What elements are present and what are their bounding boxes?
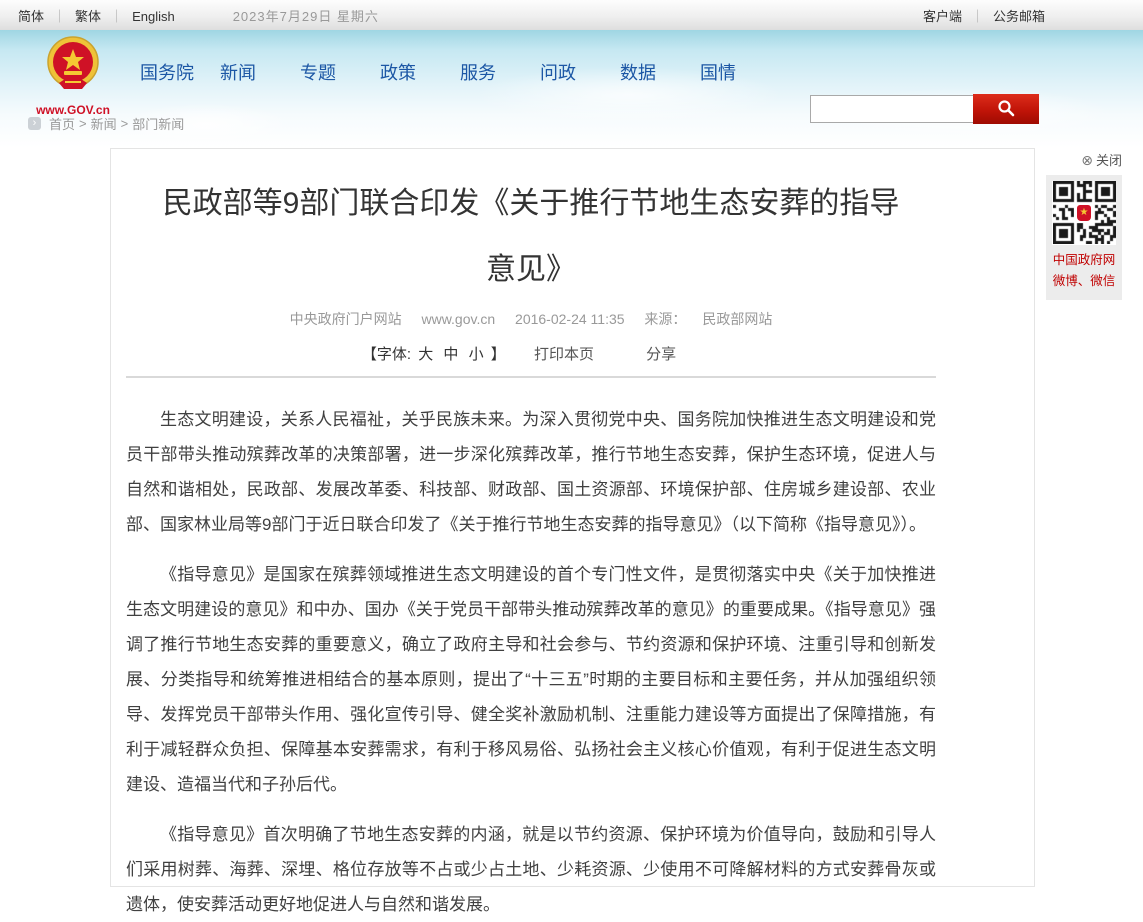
breadcrumb-current: 部门新闻 bbox=[132, 114, 184, 133]
meta-datetime: 2016-02-24 11:35 bbox=[515, 311, 625, 327]
search-bar bbox=[810, 94, 1039, 124]
search-input[interactable] bbox=[810, 95, 973, 123]
article-paragraph: 《指导意见》是国家在殡葬领域推进生态文明建设的首个专门性文件，是贯彻落实中央《关… bbox=[126, 557, 936, 802]
article-title: 民政部等9部门联合印发《关于推行节地生态安葬的指导意见》 bbox=[151, 171, 911, 303]
share-button[interactable]: 分享 bbox=[646, 346, 676, 363]
close-icon: ⊗ bbox=[1081, 152, 1093, 168]
article-paragraph: 《指导意见》首次明确了节地生态安葬的内涵，就是以节约资源、保护环境为价值导向，鼓… bbox=[126, 817, 936, 922]
nav-topics[interactable]: 专题 bbox=[300, 63, 336, 83]
close-panel-button[interactable]: ⊗关闭 bbox=[1046, 150, 1122, 169]
divider: ｜ bbox=[110, 9, 123, 24]
nav-state-council[interactable]: 国务院 bbox=[140, 63, 194, 83]
qr-code: ★ bbox=[1052, 181, 1116, 245]
client-app-link[interactable]: 客户端 bbox=[923, 6, 962, 25]
breadcrumb-separator: > bbox=[79, 116, 87, 131]
toolbar-divider bbox=[126, 376, 936, 378]
divider: ｜ bbox=[971, 6, 984, 25]
article-body: 生态文明建设，关系人民福祉，关乎民族未来。为深入贯彻党中央、国务院加快推进生态文… bbox=[126, 402, 936, 922]
article-meta: 中央政府门户网站 www.gov.cn 2016-02-24 11:35 来源：… bbox=[126, 309, 936, 329]
print-page-button[interactable]: 打印本页 bbox=[534, 346, 594, 363]
nav-services[interactable]: 服务 bbox=[460, 63, 496, 83]
nav-about-china[interactable]: 国情 bbox=[700, 63, 736, 83]
close-label: 关闭 bbox=[1096, 153, 1122, 168]
article-container: 民政部等9部门联合印发《关于推行节地生态安葬的指导意见》 中央政府门户网站 ww… bbox=[110, 148, 1035, 887]
meta-site: 中央政府门户网站 bbox=[290, 311, 402, 327]
font-size-medium-button[interactable]: 中 bbox=[443, 346, 458, 363]
font-size-label-close: 】 bbox=[491, 346, 506, 363]
meta-source-label: 来源： bbox=[644, 311, 686, 327]
current-date: 2023年7月29日 星期六 bbox=[233, 6, 379, 25]
qr-caption-line1: 中国政府网 bbox=[1046, 250, 1122, 271]
article-paragraph: 生态文明建设，关系人民福祉，关乎民族未来。为深入贯彻党中央、国务院加快推进生态文… bbox=[126, 402, 936, 542]
qr-center-emblem-icon: ★ bbox=[1074, 203, 1094, 223]
meta-source: 民政部网站 bbox=[702, 311, 772, 327]
breadcrumb-home[interactable]: 首页 bbox=[49, 114, 75, 133]
qr-box: ★ 中国政府网 微博、微信 bbox=[1046, 175, 1122, 300]
nav-data[interactable]: 数据 bbox=[620, 63, 656, 83]
nav-news[interactable]: 新闻 bbox=[220, 63, 256, 83]
nav-interaction[interactable]: 问政 bbox=[540, 63, 576, 83]
search-button[interactable] bbox=[973, 94, 1039, 124]
national-emblem-icon bbox=[42, 84, 104, 101]
qr-side-panel: ⊗关闭 ★ 中国政府网 微博、微信 bbox=[1046, 150, 1122, 300]
breadcrumb-news[interactable]: 新闻 bbox=[91, 114, 117, 133]
font-size-small-button[interactable]: 小 bbox=[469, 346, 484, 363]
lang-simplified-link[interactable]: 简体 bbox=[18, 9, 44, 24]
font-size-label: 【字体: bbox=[362, 346, 411, 363]
nav-policies[interactable]: 政策 bbox=[380, 63, 416, 83]
breadcrumb: › 首页 > 新闻 > 部门新闻 bbox=[28, 114, 184, 133]
official-mail-link[interactable]: 公务邮箱 bbox=[993, 6, 1045, 25]
divider: ｜ bbox=[53, 9, 66, 24]
meta-url: www.gov.cn bbox=[421, 311, 495, 327]
gov-logo[interactable]: www.GOV.cn bbox=[30, 35, 116, 117]
search-icon bbox=[997, 99, 1015, 120]
font-size-large-button[interactable]: 大 bbox=[418, 346, 433, 363]
article-toolbar: 【字体: 大 中 小 】 打印本页 分享 bbox=[126, 343, 936, 364]
main-nav: 国务院 新闻 专题 政策 服务 问政 数据 国情 bbox=[140, 54, 780, 92]
qr-caption-line2: 微博、微信 bbox=[1046, 271, 1122, 292]
site-header: www.GOV.cn 国务院 新闻 专题 政策 服务 问政 数据 国情 › 首页… bbox=[0, 30, 1143, 148]
breadcrumb-separator: > bbox=[121, 116, 129, 131]
lang-english-link[interactable]: English bbox=[132, 9, 175, 24]
lang-traditional-link[interactable]: 繁体 bbox=[75, 9, 101, 24]
top-utility-bar: 简体 ｜ 繁体 ｜ English 2023年7月29日 星期六 客户端 ｜ 公务邮箱 bbox=[0, 0, 1143, 30]
breadcrumb-arrow-icon: › bbox=[28, 117, 41, 130]
